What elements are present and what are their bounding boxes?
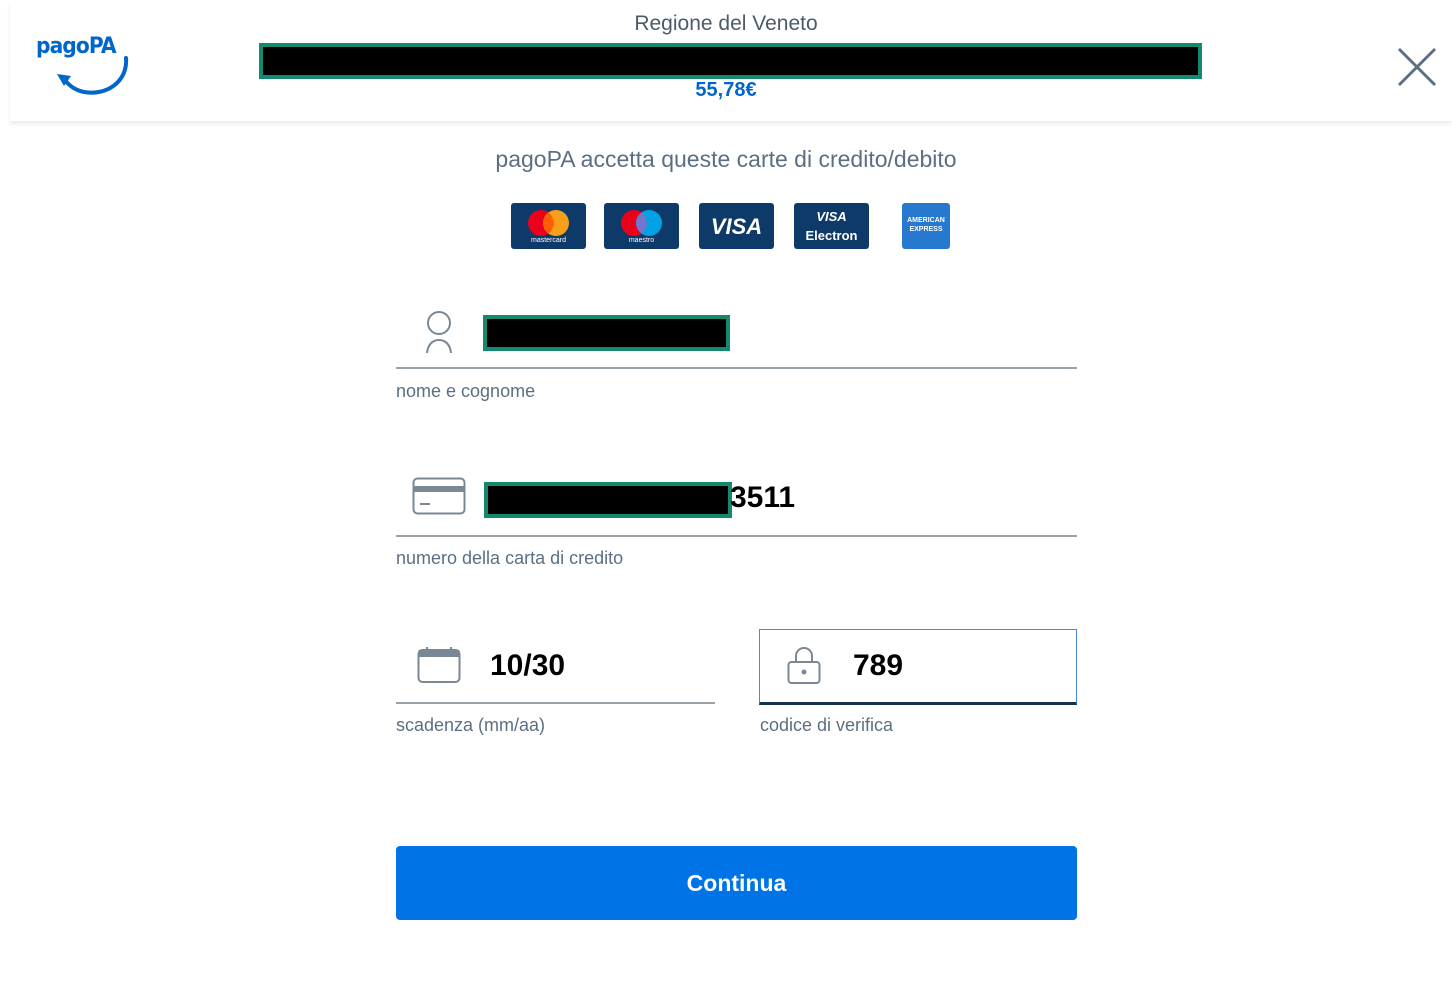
redacted-card-number	[484, 482, 732, 518]
cvv-field[interactable]: 789	[759, 629, 1077, 705]
visa-electron-top-label: VISA	[816, 209, 847, 224]
continue-button[interactable]: Continua	[396, 846, 1077, 920]
redacted-cardholder-name	[483, 315, 730, 351]
visa-electron-logo: VISA Electron	[794, 203, 869, 249]
close-button[interactable]	[1396, 46, 1438, 88]
card-number-underline	[396, 535, 1077, 537]
redacted-payment-description	[259, 43, 1202, 79]
name-field[interactable]: nome e cognome	[396, 300, 1077, 405]
name-field-underline	[396, 367, 1077, 369]
visa-electron-bottom-label: Electron	[805, 228, 858, 243]
expiry-field[interactable]: 10/30 scadenza (mm/aa)	[396, 640, 715, 745]
card-number-label: numero della carta di credito	[396, 548, 624, 568]
card-number-field[interactable]: 3511 numero della carta di credito	[396, 470, 1077, 575]
close-icon	[1397, 47, 1437, 87]
mastercard-logo: mastercard	[511, 203, 586, 249]
card-number-suffix: 3511	[730, 481, 796, 514]
cvv-label-container: codice di verifica	[760, 715, 1077, 745]
organization-name: Regione del Veneto	[634, 12, 818, 35]
maestro-logo: maestro	[604, 203, 679, 249]
expiry-value: 10/30	[490, 649, 566, 682]
expiry-label: scadenza (mm/aa)	[396, 715, 546, 735]
amex-top-label: AMERICAN	[907, 217, 945, 224]
expiry-underline	[396, 702, 715, 704]
calendar-icon	[417, 647, 461, 683]
credit-card-icon	[412, 477, 466, 515]
visa-label: VISA	[710, 214, 763, 239]
cvv-value: 789	[853, 649, 904, 682]
name-field-label: nome e cognome	[396, 381, 536, 401]
payment-amount: 55,78€	[695, 79, 757, 101]
visa-logo: VISA	[699, 203, 774, 249]
user-icon	[426, 311, 452, 354]
mastercard-label: mastercard	[530, 237, 566, 244]
accepted-cards-caption: pagoPA accetta queste carte di credito/d…	[495, 146, 957, 172]
maestro-label: maestro	[628, 237, 655, 244]
lock-icon	[787, 647, 821, 684]
american-express-logo: AMERICAN EXPRESS	[902, 203, 950, 249]
cvv-label: codice di verifica	[760, 715, 894, 735]
amex-bottom-label: EXPRESS	[909, 226, 943, 233]
